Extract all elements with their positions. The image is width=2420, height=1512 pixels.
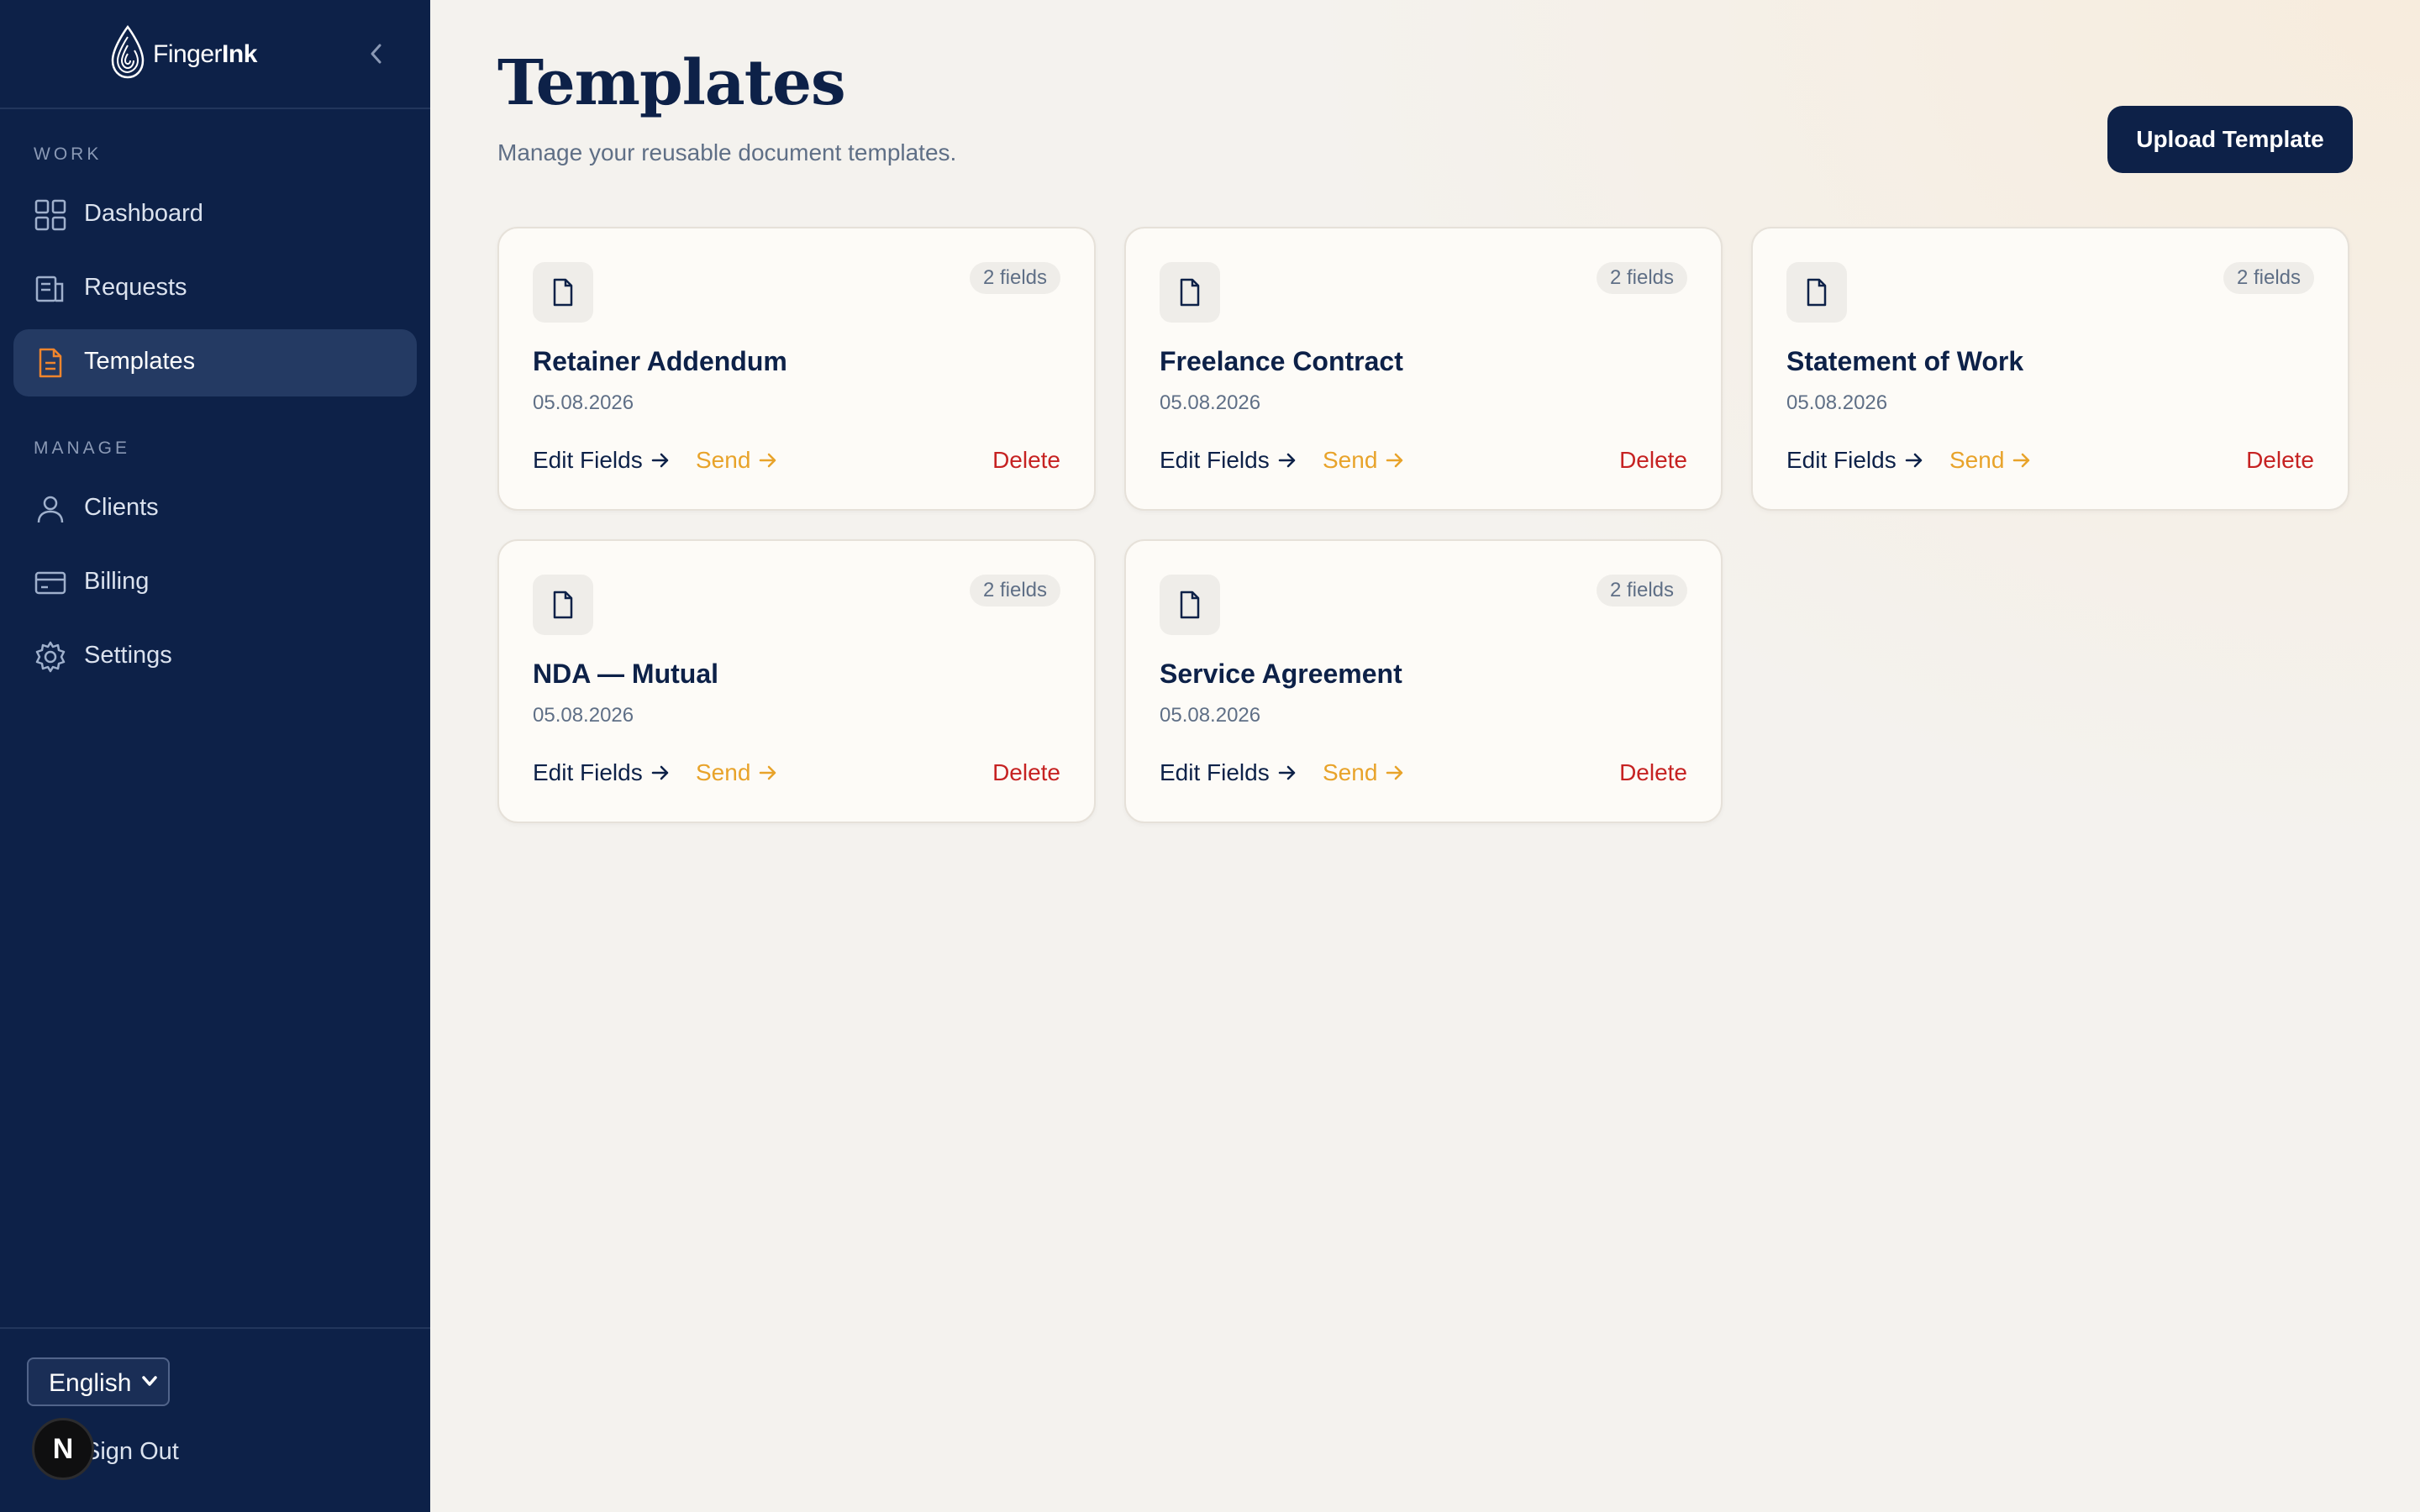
send-label: Send <box>1323 447 1378 473</box>
delete-link[interactable]: Delete <box>992 759 1060 786</box>
sign-out-button[interactable]: Sign Out <box>84 1438 179 1466</box>
edit-fields-label: Edit Fields <box>533 759 643 785</box>
fingerink-logo-icon <box>111 25 145 79</box>
fields-count-badge: 2 fields <box>1596 262 1687 294</box>
delete-link[interactable]: Delete <box>2246 447 2314 474</box>
send-link[interactable]: Send <box>1323 759 1404 786</box>
credit-card-icon <box>34 571 66 595</box>
template-date: 05.08.2026 <box>1786 391 1888 414</box>
sidebar-item-templates[interactable]: Templates <box>13 329 417 396</box>
sidebar: FingerInk WORK Dashboard Requests Templa… <box>0 0 430 1512</box>
requests-icon <box>35 276 64 302</box>
document-icon <box>1786 262 1847 323</box>
brand-name-light: Finger <box>153 40 223 68</box>
fields-count-badge: 2 fields <box>2223 262 2314 294</box>
template-name: Service Agreement <box>1160 659 1402 689</box>
sidebar-item-clients[interactable]: Clients <box>13 475 417 543</box>
send-label: Send <box>1323 759 1378 785</box>
sidebar-item-requests[interactable]: Requests <box>13 255 417 323</box>
edit-fields-label: Edit Fields <box>1786 447 1897 473</box>
upload-template-button[interactable]: Upload Template <box>2107 106 2353 173</box>
template-name: NDA — Mutual <box>533 659 719 689</box>
sidebar-item-label: Templates <box>84 348 196 375</box>
template-card: 2 fields Service Agreement 05.08.2026 Ed… <box>1124 539 1723 823</box>
template-card: 2 fields Statement of Work 05.08.2026 Ed… <box>1751 227 2349 511</box>
document-icon <box>533 262 593 323</box>
page-title: Templates <box>497 47 846 119</box>
chevron-down-icon <box>142 1376 157 1386</box>
language-select-value: English <box>49 1369 132 1397</box>
sidebar-item-label: Clients <box>84 494 159 521</box>
document-icon <box>1160 262 1220 323</box>
edit-fields-link[interactable]: Edit Fields <box>1160 759 1297 786</box>
send-link[interactable]: Send <box>1949 447 2031 474</box>
arrow-right-icon <box>651 453 668 468</box>
arrow-right-icon <box>1905 453 1922 468</box>
edit-fields-label: Edit Fields <box>533 447 643 473</box>
template-card: 2 fields Retainer Addendum 05.08.2026 Ed… <box>497 227 1096 511</box>
template-date: 05.08.2026 <box>533 704 634 727</box>
edit-fields-link[interactable]: Edit Fields <box>1160 447 1297 474</box>
document-icon <box>533 575 593 635</box>
edit-fields-link[interactable]: Edit Fields <box>1786 447 1923 474</box>
template-name: Statement of Work <box>1786 346 2024 376</box>
sidebar-item-label: Dashboard <box>84 200 203 227</box>
fields-count-badge: 2 fields <box>969 575 1060 606</box>
fields-count-badge: 2 fields <box>969 262 1060 294</box>
template-card: 2 fields Freelance Contract 05.08.2026 E… <box>1124 227 1723 511</box>
arrow-right-icon <box>1278 453 1295 468</box>
edit-fields-label: Edit Fields <box>1160 759 1270 785</box>
template-name: Retainer Addendum <box>533 346 787 376</box>
dashboard-grid-icon <box>34 199 66 231</box>
sidebar-item-label: Settings <box>84 642 172 669</box>
edit-fields-label: Edit Fields <box>1160 447 1270 473</box>
template-card: 2 fields NDA — Mutual 05.08.2026 Edit Fi… <box>497 539 1096 823</box>
sidebar-item-label: Billing <box>84 568 150 595</box>
arrow-right-icon <box>1278 765 1295 780</box>
edit-fields-link[interactable]: Edit Fields <box>533 759 670 786</box>
template-name: Freelance Contract <box>1160 346 1403 376</box>
document-icon <box>1160 575 1220 635</box>
arrow-right-icon <box>1386 453 1403 468</box>
main-content: Templates Manage your reusable document … <box>430 0 2420 1512</box>
fields-count-badge: 2 fields <box>1596 575 1687 606</box>
section-label-work: WORK <box>34 144 103 164</box>
template-document-icon <box>39 348 62 378</box>
sidebar-item-billing[interactable]: Billing <box>13 549 417 617</box>
delete-link[interactable]: Delete <box>1619 759 1687 786</box>
send-label: Send <box>1949 447 2005 473</box>
arrow-right-icon <box>651 765 668 780</box>
collapse-sidebar-button[interactable] <box>361 39 392 69</box>
page-subtitle: Manage your reusable document templates. <box>497 139 957 165</box>
sidebar-item-settings[interactable]: Settings <box>13 623 417 690</box>
user-icon <box>37 496 64 523</box>
brand-header: FingerInk <box>0 0 430 109</box>
edit-fields-link[interactable]: Edit Fields <box>533 447 670 474</box>
sidebar-item-dashboard[interactable]: Dashboard <box>13 181 417 249</box>
send-link[interactable]: Send <box>1323 447 1404 474</box>
section-label-manage: MANAGE <box>34 438 131 458</box>
send-link[interactable]: Send <box>696 447 777 474</box>
language-select[interactable]: English <box>27 1357 170 1406</box>
arrow-right-icon <box>2013 453 2030 468</box>
template-date: 05.08.2026 <box>1160 704 1261 727</box>
send-link[interactable]: Send <box>696 759 777 786</box>
sidebar-item-label: Requests <box>84 274 187 301</box>
delete-link[interactable]: Delete <box>992 447 1060 474</box>
sidebar-footer: English Sign Out N <box>0 1327 430 1512</box>
delete-link[interactable]: Delete <box>1619 447 1687 474</box>
gear-icon <box>35 641 66 673</box>
arrow-right-icon <box>760 453 776 468</box>
brand-name-bold: Ink <box>222 40 257 68</box>
brand-name[interactable]: FingerInk <box>153 40 257 69</box>
chevron-left-icon <box>371 44 381 64</box>
arrow-right-icon <box>760 765 776 780</box>
template-date: 05.08.2026 <box>1160 391 1261 414</box>
avatar[interactable]: N <box>32 1418 94 1480</box>
send-label: Send <box>696 447 751 473</box>
send-label: Send <box>696 759 751 785</box>
template-date: 05.08.2026 <box>533 391 634 414</box>
arrow-right-icon <box>1386 765 1403 780</box>
